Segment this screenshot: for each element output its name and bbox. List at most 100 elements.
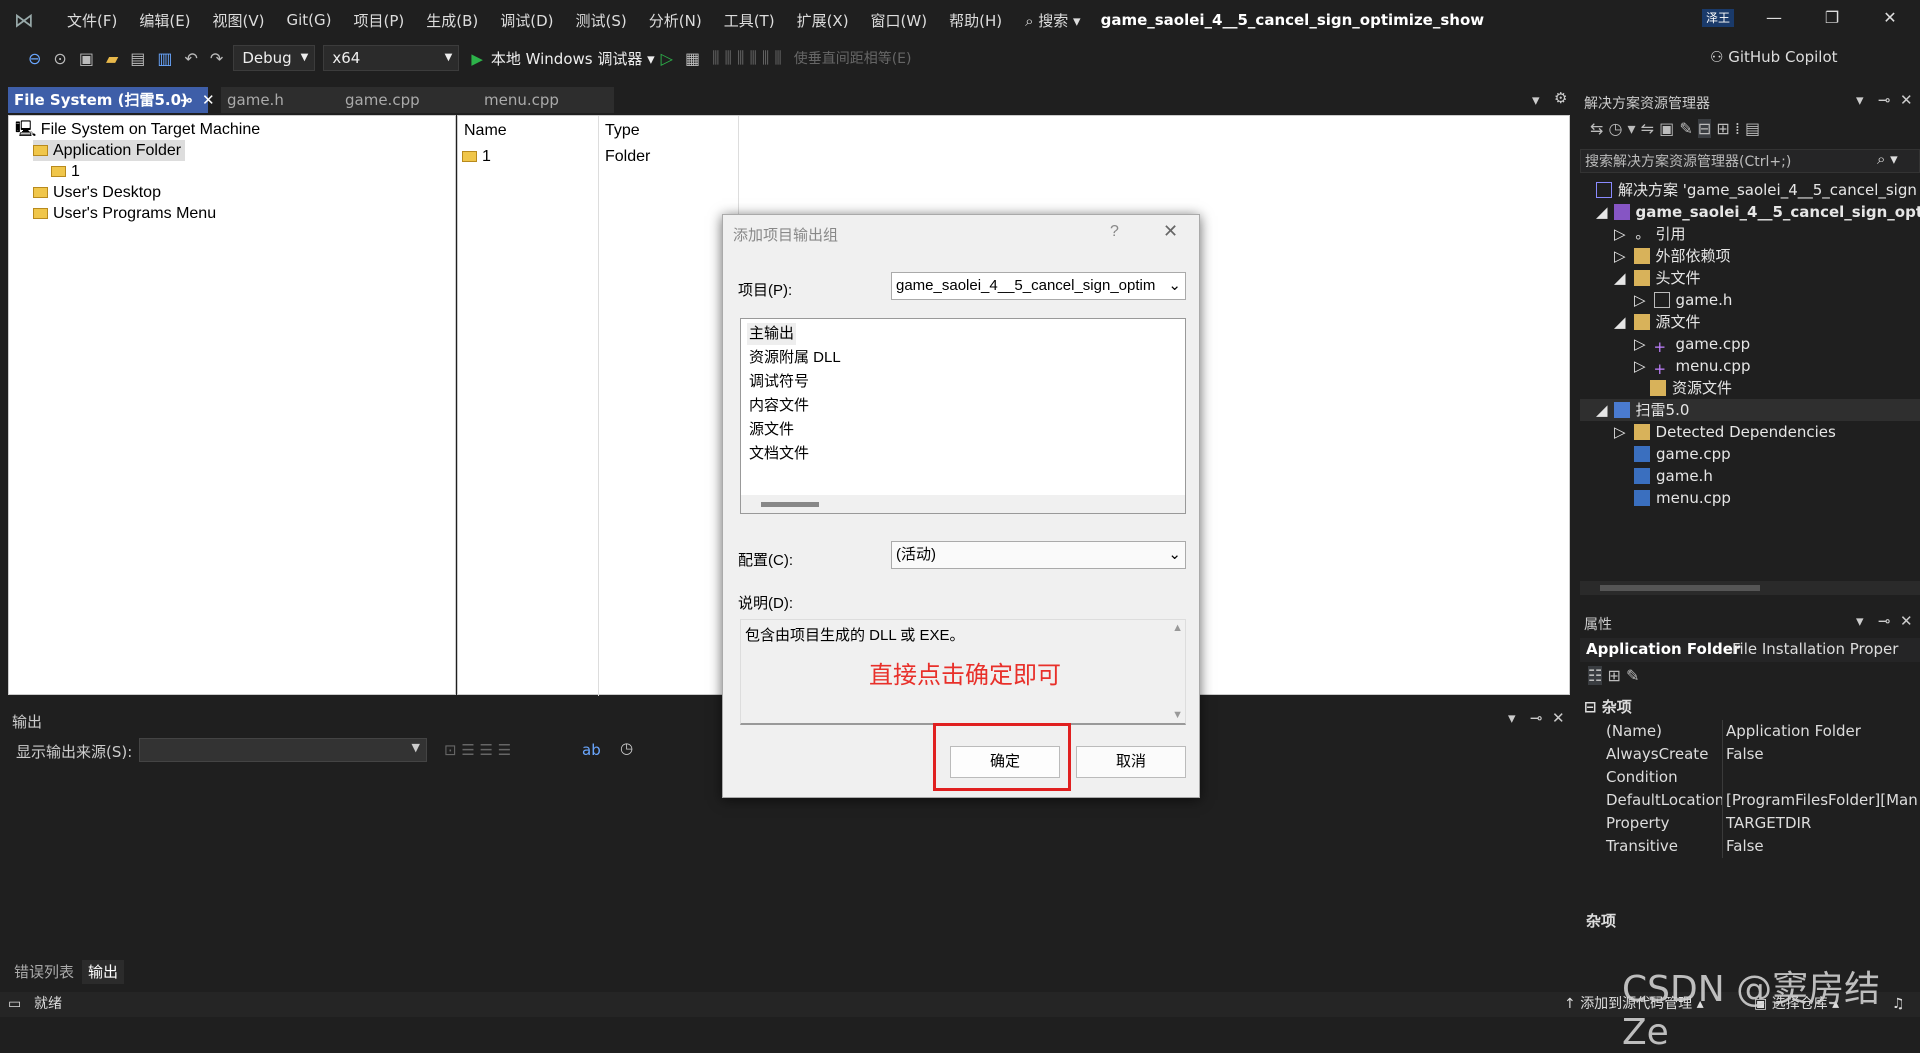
tree-item-setup-game-h[interactable]: game.h <box>1634 465 1713 487</box>
close-icon[interactable]: ✕ <box>1552 709 1565 727</box>
list-item[interactable]: 源文件 <box>747 419 796 441</box>
prop-transitive-value[interactable]: False <box>1726 835 1764 858</box>
properties-object-select[interactable]: Application Folder File Installation Pro… <box>1580 638 1920 662</box>
search-button[interactable]: ⌕ 搜索 ▾ <box>1025 10 1081 31</box>
panel-menu-icon[interactable]: ▾ <box>1856 91 1864 109</box>
tab-error-list[interactable]: 错误列表 <box>8 960 80 984</box>
menu-tools[interactable]: 工具(T) <box>713 10 786 31</box>
align-icon[interactable]: ⫼ ⫼ ⫼ ⫼ ⫼ ⫼ <box>706 48 788 68</box>
tree-item-menu-cpp[interactable]: ▷ + menu.cpp <box>1634 355 1750 378</box>
tab-dropdown-icon[interactable]: ▾ <box>1532 91 1540 109</box>
undo-icon[interactable]: ↶ <box>179 49 204 68</box>
tree-item-1[interactable]: 1 <box>51 161 80 182</box>
menu-test[interactable]: 测试(S) <box>565 10 638 31</box>
pin-icon[interactable]: ⊸ <box>1878 91 1891 109</box>
pin-icon[interactable]: ⊸ <box>1530 709 1543 727</box>
list-item[interactable]: 文档文件 <box>747 443 811 465</box>
tree-item-setup-game-cpp[interactable]: game.cpp <box>1634 443 1731 465</box>
platform-select[interactable]: x64 ▼ <box>323 45 460 71</box>
tree-item-game-h[interactable]: ▷ game.h <box>1634 289 1732 311</box>
menu-view[interactable]: 视图(V) <box>202 10 276 31</box>
output-tools-icon[interactable]: ⊡ ☰ ☰ ☰ <box>444 741 511 759</box>
column-header-type[interactable]: Type <box>605 122 640 140</box>
list-item[interactable]: 调试符号 <box>747 371 811 393</box>
menu-extensions[interactable]: 扩展(X) <box>786 10 860 31</box>
panel-menu-icon[interactable]: ▾ <box>1508 709 1516 727</box>
solution-search-input[interactable]: 搜索解决方案资源管理器(Ctrl+;) ⌕ ▾ <box>1580 149 1920 173</box>
config-select[interactable]: (活动) ⌄ <box>891 541 1186 569</box>
tab-game-cpp[interactable]: game.cpp <box>339 87 479 113</box>
help-icon[interactable]: ? <box>1110 223 1119 241</box>
tab-menu-cpp[interactable]: menu.cpp <box>478 87 614 113</box>
redo-icon[interactable]: ↷ <box>204 49 229 68</box>
forward-icon[interactable]: ⊙ <box>47 49 72 68</box>
wrench-icon[interactable]: ✎ <box>1679 119 1698 138</box>
prop-property-value[interactable]: TARGETDIR <box>1726 812 1811 835</box>
preview-icon[interactable]: ⊟ <box>1697 119 1712 138</box>
horizontal-scrollbar[interactable] <box>1580 581 1920 595</box>
list-item[interactable]: 1 <box>462 148 491 166</box>
scroll-down-icon[interactable]: ▼ <box>1172 709 1183 721</box>
list-item[interactable]: 资源附属 DLL <box>747 347 843 369</box>
tab-output[interactable]: 输出 <box>82 960 125 984</box>
restore-icon[interactable]: ❐ <box>1812 8 1852 27</box>
close-tab-icon[interactable]: ✕ <box>202 87 215 113</box>
tree-item-resource-files[interactable]: 资源文件 <box>1650 377 1732 399</box>
history-icon[interactable]: ◷ ▾ <box>1609 119 1641 138</box>
close-window-icon[interactable]: ✕ <box>1870 8 1910 27</box>
menu-build[interactable]: 生成(B) <box>415 10 489 31</box>
tree-item-users-desktop[interactable]: User's Desktop <box>33 182 161 203</box>
save-all-icon[interactable]: ▥ <box>151 49 178 68</box>
pin-icon[interactable]: ⊸ <box>180 87 193 113</box>
minimize-icon[interactable]: — <box>1754 8 1794 27</box>
tree-item-solution[interactable]: 解决方案 'game_saolei_4__5_cancel_sign <box>1596 179 1917 201</box>
clock-icon[interactable]: ◷ <box>620 739 633 757</box>
tree-item-application-folder[interactable]: Application Folder <box>33 140 186 161</box>
scrollbar-thumb[interactable] <box>761 502 819 507</box>
menu-debug[interactable]: 调试(D) <box>489 10 564 31</box>
tree-item-header-files[interactable]: ◢ 头文件 <box>1614 267 1701 289</box>
close-icon[interactable]: ✕ <box>1900 91 1913 109</box>
close-icon[interactable]: ✕ <box>1900 612 1913 630</box>
menu-window[interactable]: 窗口(W) <box>860 10 939 31</box>
tree-item-external-deps[interactable]: ▷ 外部依赖项 <box>1614 245 1731 267</box>
tab-file-system[interactable]: File System (扫雷5.0) ⊸ ✕ <box>8 87 215 113</box>
word-wrap-icon[interactable]: ab <box>582 741 601 759</box>
scrollbar-thumb[interactable] <box>1600 585 1760 591</box>
gear-icon[interactable]: ⚙ <box>1554 89 1567 107</box>
menu-help[interactable]: 帮助(H) <box>938 10 1013 31</box>
save-icon[interactable]: ▤ <box>124 49 151 68</box>
menu-file[interactable]: 文件(F) <box>56 10 128 31</box>
tree-item-programs-menu[interactable]: User's Programs Menu <box>33 203 216 224</box>
project-select[interactable]: game_saolei_4__5_cancel_sign_optim ⌄ <box>891 272 1186 300</box>
layout-icon[interactable]: ▦ <box>679 49 706 68</box>
menu-analyze[interactable]: 分析(N) <box>638 10 713 31</box>
tree-item-setup-project[interactable]: ◢ 扫雷5.0 <box>1580 399 1920 421</box>
tree-item-setup-menu-cpp[interactable]: menu.cpp <box>1634 487 1731 509</box>
prop-alwayscreate-value[interactable]: False <box>1726 743 1764 766</box>
tree-item-project[interactable]: ◢ game_saolei_4__5_cancel_sign_optin <box>1596 201 1920 223</box>
column-header-name[interactable]: Name <box>464 122 507 140</box>
cancel-button[interactable]: 取消 <box>1076 746 1186 778</box>
prop-defaultlocation-value[interactable]: [ProgramFilesFolder][Man <box>1726 789 1918 812</box>
back-icon[interactable]: ⊖ <box>22 49 47 68</box>
menu-edit[interactable]: 编辑(E) <box>128 10 201 31</box>
panel-menu-icon[interactable]: ▾ <box>1856 612 1864 630</box>
tree-root[interactable]: 🖳 File System on Target Machine <box>15 119 260 140</box>
spacing-button[interactable]: 使垂直间距相等(E) <box>788 48 918 68</box>
scroll-up-icon[interactable]: ▲ <box>1172 622 1183 634</box>
collapse-icon[interactable]: ⊞ ⁞ ▤ <box>1711 119 1760 138</box>
menu-git[interactable]: Git(G) <box>276 11 343 29</box>
tab-game-h[interactable]: game.h <box>221 87 345 113</box>
solution-config-select[interactable]: Debug ▼ <box>233 45 316 71</box>
property-pages-icon[interactable]: ✎ <box>1626 666 1639 685</box>
new-project-icon[interactable]: ▣ <box>73 49 100 68</box>
pin-icon[interactable]: ⊸ <box>1878 612 1891 630</box>
sync-icon[interactable]: ⇆ <box>1590 119 1609 138</box>
start-debug-button[interactable]: ▶ 本地 Windows 调试器 ▾ <box>471 48 654 69</box>
close-icon[interactable]: ✕ <box>1163 221 1178 242</box>
tree-item-references[interactable]: ▷ ∘ 引用 <box>1614 223 1686 246</box>
prop-name-value[interactable]: Application Folder <box>1726 720 1861 743</box>
horizontal-scrollbar[interactable] <box>741 495 1185 513</box>
open-folder-icon[interactable]: ▰ <box>100 49 124 68</box>
